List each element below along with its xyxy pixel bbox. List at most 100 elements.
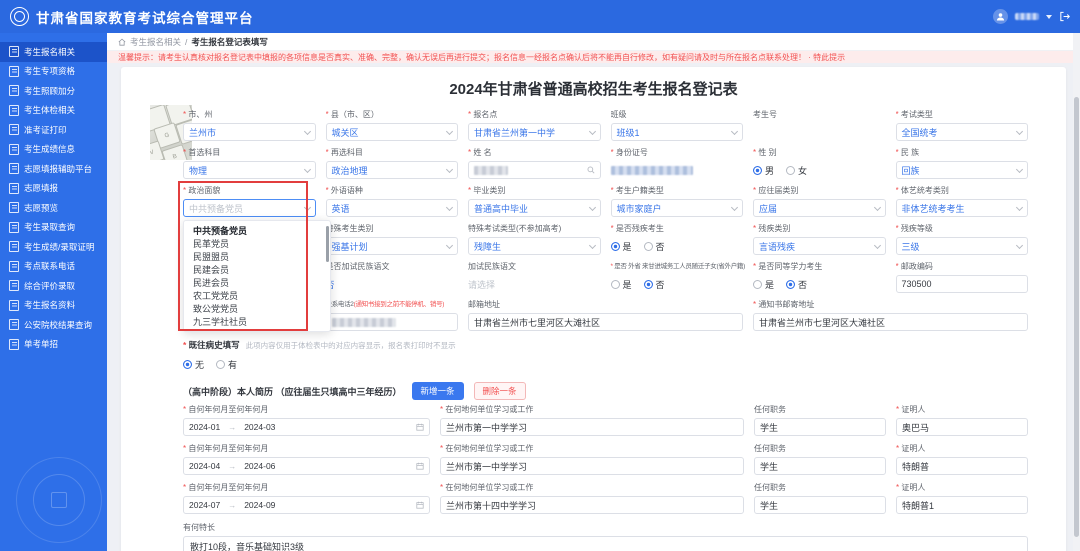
sidebar-item-scores[interactable]: 考生成绩信息 [0,140,107,160]
sidebar-item-volunteer-preview[interactable]: 志愿预览 [0,198,107,218]
postcode-input[interactable]: 730500 [895,275,1028,293]
dropdown-option[interactable]: 农工党党员 [184,289,330,302]
field-label: 残疾等级 [896,223,1029,234]
field-label: 自何年何月至何年何月 [183,482,430,493]
class-select[interactable]: 班级1 [610,123,743,141]
email-address-input[interactable]: 甘肃省兰州市七里河区大滩社区 [468,313,743,331]
city-select[interactable]: 兰州市 [183,123,316,141]
user-avatar[interactable] [993,9,1008,24]
foreign-language-select[interactable]: 英语 [325,199,458,217]
date-range-picker[interactable]: 2024-04 → 2024-06 [183,457,430,475]
dropdown-option[interactable]: 民革党员 [184,237,330,250]
field-label: 证明人 [896,443,1028,454]
name-input[interactable] [468,161,601,179]
county-select[interactable]: 城关区 [325,123,458,141]
disabled-no-radio[interactable]: 否 [643,240,665,253]
ethnic-select[interactable]: 回族 [895,161,1028,179]
registration-site-select[interactable]: 甘肃省兰州第一中学 [468,123,601,141]
platform-logo-icon [10,7,29,26]
medical-history-label: * 既往病史填写 此项内容仅用于体检表中的对应内容显示，报名表打印时不显示 [183,340,456,350]
chevron-down-icon [588,241,596,250]
field-label: 考试类型 [896,109,1029,120]
logout-icon[interactable] [1059,11,1070,22]
sidebar-item-volunteer-assist[interactable]: 志愿填报辅助平台 [0,159,107,179]
second-subject-select[interactable]: 政治地理 [325,161,458,179]
doc-icon [9,65,19,77]
add-row-button[interactable]: 新增一条 [411,382,464,400]
sidebar-item-registration[interactable]: 考生报名相关 [0,42,107,62]
place-input[interactable]: 兰州市第一中学学习 [440,457,744,475]
dropdown-option[interactable]: 民盟盟员 [184,250,330,263]
field-label: 性 别 [753,147,886,158]
migrant-yes-radio[interactable]: 是 [610,278,632,291]
dropdown-option[interactable]: 民进会员 [184,276,330,289]
witness-input[interactable]: 特朗普1 [896,496,1028,514]
gender-male-radio[interactable]: 男 [753,164,774,177]
sidebar-item-registration-material[interactable]: 考生报名资料 [0,296,107,316]
sidebar-item-comprehensive-eval[interactable]: 综合评价录取 [0,276,107,296]
field-label: 外语语种 [326,185,459,196]
fresh-type-select[interactable]: 应届 [753,199,886,217]
username-masked[interactable] [1015,13,1039,20]
specialty-textarea[interactable]: 散打10段，音乐基础知识3级 [183,536,1028,551]
disability-level-select[interactable]: 三级 [895,237,1028,255]
special-candidate-select[interactable]: 强基计划 [325,237,458,255]
duty-input[interactable]: 学生 [754,496,886,514]
hukou-type-select[interactable]: 城市家庭户 [610,199,743,217]
migrant-radio-group: 是 否 [610,275,744,293]
dropdown-option[interactable]: 民建会员 [184,263,330,276]
migrant-no-radio[interactable]: 否 [643,278,665,291]
field-label: 是否残疾考生 [611,223,744,234]
dropdown-option[interactable]: 致公党党员 [184,302,330,315]
sidebar-item-volunteer-fill[interactable]: 志愿填报 [0,179,107,199]
dropdown-scrollbar[interactable] [326,226,329,262]
dropdown-option[interactable]: 中共预备党员 [184,224,330,237]
sidebar-item-admission-ticket[interactable]: 准考证打印 [0,120,107,140]
witness-input[interactable]: 奥巴马 [896,418,1028,436]
exam-type-select[interactable]: 全国统考 [895,123,1028,141]
disabled-yes-radio[interactable]: 是 [610,240,632,253]
medical-none-radio[interactable]: 无 [183,358,204,371]
duty-input[interactable]: 学生 [754,457,886,475]
place-input[interactable]: 兰州市第一中学学习 [440,418,744,436]
medical-yes-radio[interactable]: 有 [216,358,237,371]
date-range-picker[interactable]: 2024-01 → 2024-03 [183,418,430,436]
chevron-down-icon[interactable] [1046,14,1052,19]
chevron-down-icon [445,241,454,250]
place-input[interactable]: 兰州市第十四中学学习 [440,496,744,514]
masked-name-value [474,165,508,175]
resume-row: 自何年何月至何年何月 2024-04→2024-06 在何地何单位学习或工作 兰… [183,443,1028,475]
witness-input[interactable]: 特朗普 [896,457,1028,475]
equivalent-yes-radio[interactable]: 是 [753,278,774,291]
chevron-down-icon [1015,127,1024,136]
tiyi-type-select[interactable]: 非体艺统考考生 [895,199,1028,217]
gender-female-radio[interactable]: 女 [786,164,807,177]
chevron-down-icon [1015,165,1024,174]
sidebar-item-site-phone[interactable]: 考点联系电话 [0,257,107,277]
sidebar-item-single-exam[interactable]: 单考单招 [0,335,107,355]
sidebar-item-score-certificate[interactable]: 考生成绩/录取证明 [0,237,107,257]
specialty-label: 有何特长 [183,523,215,532]
doc-icon [9,299,19,311]
dropdown-option[interactable]: 九三学社社员 [184,315,330,328]
remove-row-button[interactable]: 删除一条 [473,382,526,400]
duty-input[interactable]: 学生 [754,418,886,436]
field-label: 任何职务 [754,444,786,453]
sidebar-item-special-qualification[interactable]: 考生专项资格 [0,62,107,82]
scrollbar-thumb[interactable] [1074,97,1079,537]
sidebar-item-physical-exam[interactable]: 考生体检相关 [0,101,107,121]
sidebar-item-bonus-points[interactable]: 考生照顾加分 [0,81,107,101]
phone2-input[interactable] [325,313,458,331]
political-status-select[interactable]: 中共预备党员 [183,199,316,217]
breadcrumb-root[interactable]: 考生报名相关 [130,36,181,48]
sidebar-item-police-college-result[interactable]: 公安院校结果查询 [0,315,107,335]
date-range-picker[interactable]: 2024-07 → 2024-09 [183,496,430,514]
sidebar-item-admission-query[interactable]: 考生录取查询 [0,218,107,238]
first-subject-select[interactable]: 物理 [183,161,316,179]
disability-type-select[interactable]: 言语残疾 [753,237,886,255]
mail-address-input[interactable]: 甘肃省兰州市七里河区大滩社区 [753,313,1028,331]
sidebar: 考生报名相关 考生专项资格 考生照顾加分 考生体检相关 准考证打印 考生成绩信息… [0,33,107,551]
special-exam-type-select[interactable]: 残障生 [468,237,601,255]
graduation-type-select[interactable]: 普通高中毕业 [468,199,601,217]
equivalent-no-radio[interactable]: 否 [786,278,807,291]
